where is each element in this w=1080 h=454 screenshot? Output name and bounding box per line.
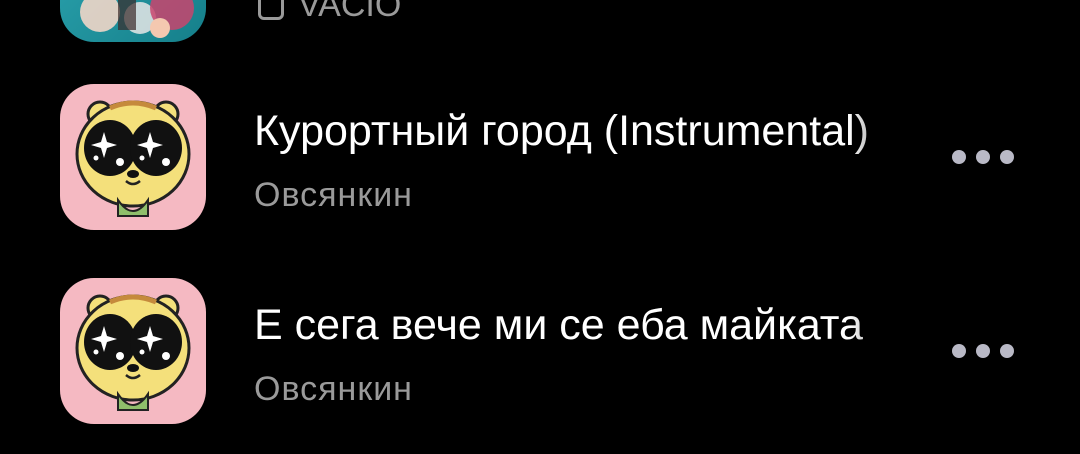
- track-artist: Овсянкин: [254, 370, 413, 408]
- album-art: [60, 278, 206, 424]
- track-artist: VACIO: [298, 0, 402, 24]
- track-subtitle-row: VACIO: [258, 0, 401, 25]
- track-row[interactable]: VACIO: [0, 0, 1080, 50]
- album-art: [60, 84, 206, 230]
- explicit-icon: [258, 0, 284, 20]
- more-options-icon[interactable]: [952, 342, 1014, 360]
- track-row[interactable]: Е сега вече ми се еба майката Овсянкин: [0, 278, 1080, 448]
- track-title: Е сега вече ми се еба майката: [254, 301, 863, 349]
- album-art: [60, 0, 206, 42]
- track-title: Курортный город (Instrumental): [254, 107, 869, 155]
- more-options-icon[interactable]: [952, 148, 1014, 166]
- track-list: VACIO Курортный город (Instrumental) Овс…: [0, 0, 1080, 454]
- track-artist: Овсянкин: [254, 176, 413, 214]
- track-row[interactable]: Курортный город (Instrumental) Овсянкин: [0, 84, 1080, 254]
